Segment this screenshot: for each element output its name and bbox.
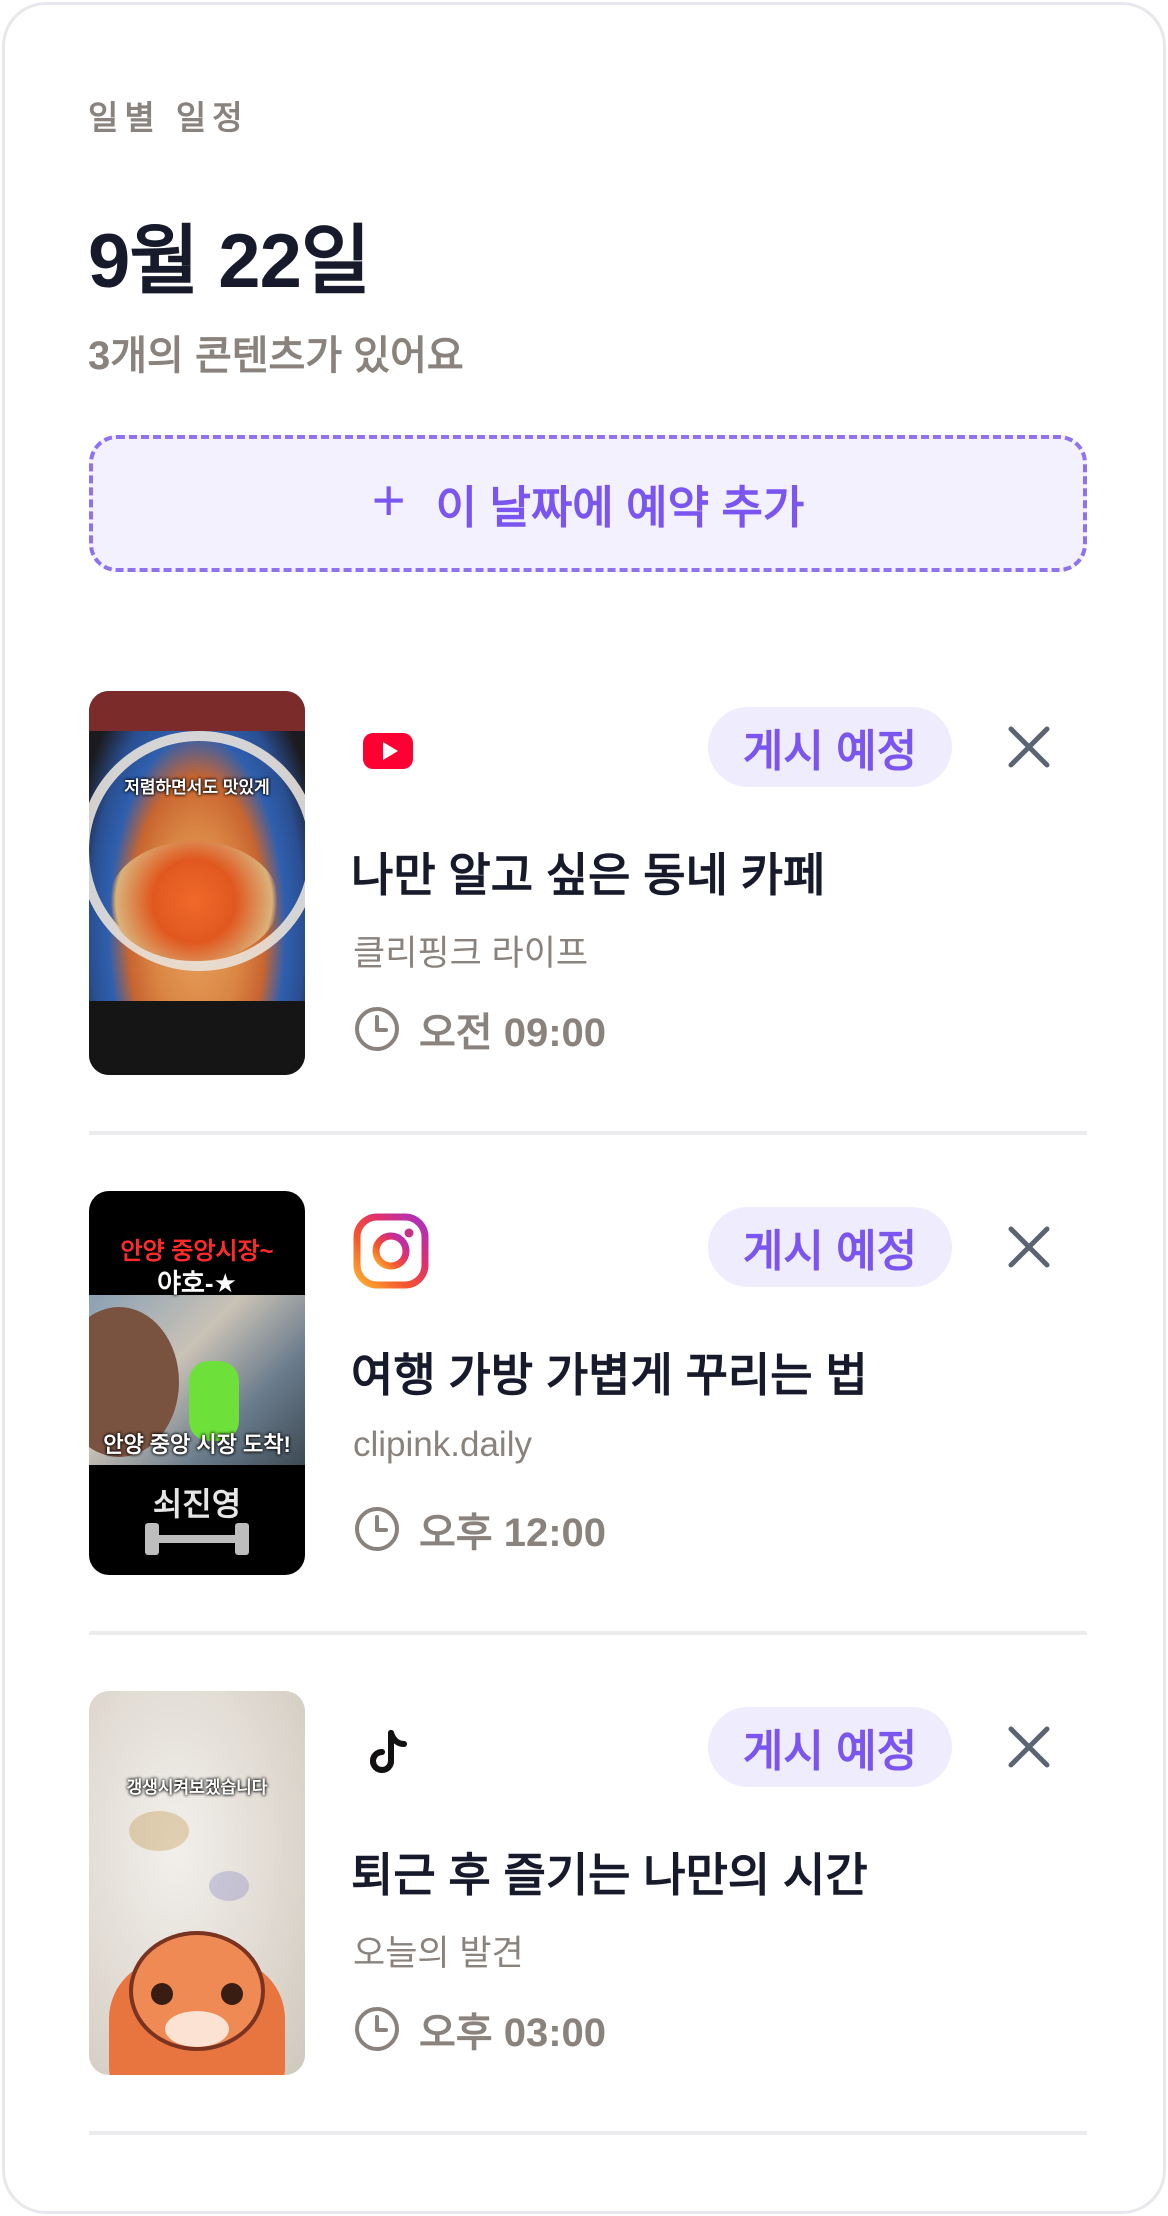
divider (89, 1131, 1087, 1135)
status-badge: 게시 예정 (708, 1207, 952, 1287)
divider (89, 1631, 1087, 1635)
item-account: 오늘의 발견 (353, 1934, 524, 1973)
add-schedule-label: 이 날짜에 예약 추가 (435, 482, 805, 533)
schedule-item[interactable]: 갱생시켜보겠습니다 게시 예정 퇴근 후 즐기는 나만의 시간 오늘의 발견 오… (89, 1691, 1087, 2191)
time-text: 오전 09:00 (419, 1011, 607, 1055)
plus-icon: + (371, 467, 406, 533)
item-time: 오전 09:00 (353, 1003, 606, 1055)
item-title: 퇴근 후 즐기는 나만의 시간 (351, 1849, 868, 1901)
divider (89, 2131, 1087, 2135)
add-schedule-button[interactable]: + 이 날짜에 예약 추가 (89, 435, 1087, 572)
status-badge: 게시 예정 (708, 1707, 952, 1787)
page-title: 9월 22일 (88, 219, 371, 304)
youtube-icon (351, 711, 431, 791)
schedule-item[interactable]: 저렴하면서도 맛있게 게시 예정 나만 알고 싶은 동네 카페 클리핑크 라이프… (89, 691, 1087, 1191)
thumbnail-caption: 야호-★ (157, 1268, 237, 1298)
clock-icon (355, 2007, 399, 2051)
item-time: 오후 03:00 (353, 2003, 606, 2055)
daily-schedule-panel: 일별 일정 9월 22일 3개의 콘텐츠가 있어요 + 이 날짜에 예약 추가 … (2, 2, 1166, 2214)
time-text: 오후 03:00 (419, 2011, 607, 2055)
thumbnail[interactable]: 저렴하면서도 맛있게 (89, 691, 305, 1075)
thumbnail-caption: 안양 중앙 시장 도착! (103, 1432, 291, 1457)
instagram-icon (351, 1211, 431, 1291)
close-icon[interactable] (1001, 719, 1057, 775)
time-text: 오후 12:00 (419, 1511, 607, 1555)
thumbnail-caption: 저렴하면서도 맛있게 (124, 778, 270, 797)
thumbnail-caption: 안양 중앙시장~ (120, 1238, 274, 1265)
status-badge: 게시 예정 (708, 707, 952, 787)
thumbnail-caption: 쇠진영 (152, 1486, 242, 1522)
thumbnail-caption: 갱생시켜보겠습니다 (126, 1778, 268, 1797)
close-icon[interactable] (1001, 1219, 1057, 1275)
tiktok-icon (351, 1711, 431, 1791)
item-account: clipink.daily (353, 1425, 532, 1464)
schedule-item[interactable]: 안양 중앙시장~ 야호-★ 안양 중앙 시장 도착! 쇠진영 게시 예정 여행 … (89, 1191, 1087, 1691)
content-count: 3개의 콘텐츠가 있어요 (88, 334, 464, 378)
item-time: 오후 12:00 (353, 1503, 606, 1555)
thumbnail[interactable]: 갱생시켜보겠습니다 (89, 1691, 305, 2075)
close-icon[interactable] (1001, 1719, 1057, 1775)
section-label: 일별 일정 (88, 99, 249, 136)
item-account: 클리핑크 라이프 (353, 934, 589, 973)
item-title: 여행 가방 가볍게 꾸리는 법 (351, 1349, 868, 1401)
thumbnail[interactable]: 안양 중앙시장~ 야호-★ 안양 중앙 시장 도착! 쇠진영 (89, 1191, 305, 1575)
clock-icon (355, 1507, 399, 1551)
item-title: 나만 알고 싶은 동네 카페 (351, 849, 826, 901)
clock-icon (355, 1007, 399, 1051)
